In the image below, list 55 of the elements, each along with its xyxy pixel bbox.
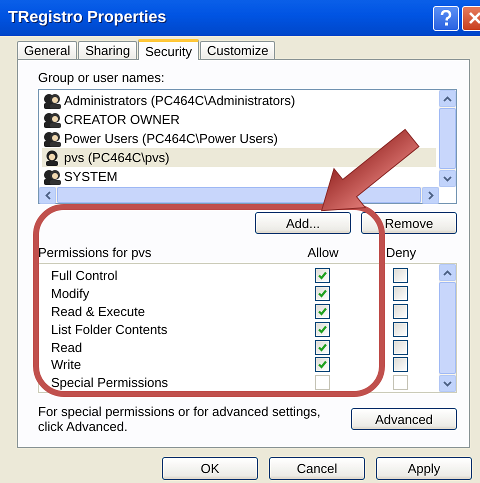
user-name: Administrators (PC464C\Administrators) <box>64 93 296 108</box>
permission-name: Write <box>51 357 82 372</box>
checkbox[interactable] <box>314 268 330 284</box>
scrollbar[interactable] <box>439 90 456 187</box>
tab[interactable]: Customize <box>200 41 276 59</box>
dialog-button[interactable]: OK <box>162 457 258 480</box>
group-icon <box>42 130 62 146</box>
close-icon <box>468 11 480 25</box>
advanced-button[interactable]: Advanced <box>351 408 457 430</box>
permission-name: Read <box>51 340 84 355</box>
tab[interactable]: Security <box>138 39 200 60</box>
checkbox[interactable] <box>314 357 330 372</box>
checkbox[interactable] <box>392 340 408 355</box>
user-list-item[interactable]: pvs (PC464C\pvs) <box>42 148 436 167</box>
checkbox[interactable] <box>314 286 330 302</box>
dialog-button[interactable]: Cancel <box>269 457 365 480</box>
checkbox[interactable] <box>314 304 330 319</box>
dialog-button[interactable]: Remove <box>361 212 457 234</box>
checkbox[interactable] <box>392 268 408 284</box>
dialog-button[interactable]: Add... <box>255 212 351 234</box>
dialog-button[interactable]: Apply <box>376 457 472 480</box>
user-list-item[interactable]: Power Users (PC464C\Power Users) <box>42 129 436 148</box>
user-name: SYSTEM <box>64 169 118 184</box>
scrollbar[interactable] <box>439 264 456 392</box>
permission-name: Modify <box>51 286 90 302</box>
group-icon <box>42 112 62 128</box>
scrollbar[interactable] <box>39 187 439 203</box>
tab[interactable]: General <box>17 41 78 59</box>
group-icon <box>42 92 62 108</box>
column-header: Deny <box>384 244 418 260</box>
window-title: TRegistro Properties <box>8 9 166 27</box>
user-name: Power Users (PC464C\Power Users) <box>64 131 278 146</box>
tab[interactable]: Sharing <box>78 41 138 59</box>
advanced-hint-text: For special permissions or for advanced settings, click Advanced. <box>38 404 322 434</box>
checkbox[interactable] <box>392 286 408 302</box>
user-name: CREATOR OWNER <box>64 112 180 127</box>
checkbox[interactable] <box>314 340 330 355</box>
user-list-item[interactable]: Administrators (PC464C\Administrators) <box>42 91 436 110</box>
user-name: pvs (PC464C\pvs) <box>64 150 170 165</box>
user-list-item[interactable]: CREATOR OWNER <box>42 110 436 129</box>
help-icon <box>440 10 452 26</box>
checkbox[interactable] <box>392 357 408 372</box>
column-header: Allow <box>306 244 340 260</box>
help-button[interactable] <box>433 6 459 30</box>
user-list-item[interactable]: SYSTEM <box>42 167 436 186</box>
permission-name: Full Control <box>51 268 118 284</box>
permission-name: Special Permissions <box>51 375 170 390</box>
group-icon <box>42 168 62 184</box>
checkbox[interactable] <box>392 304 408 319</box>
checkbox[interactable] <box>314 322 330 337</box>
group-list-label: Group or user names: <box>38 70 166 85</box>
permission-name: Read & Execute <box>51 304 146 319</box>
permission-name: List Folder Contents <box>51 322 168 337</box>
checkbox[interactable] <box>392 322 408 337</box>
permissions-label: Permissions for pvs <box>38 244 152 260</box>
